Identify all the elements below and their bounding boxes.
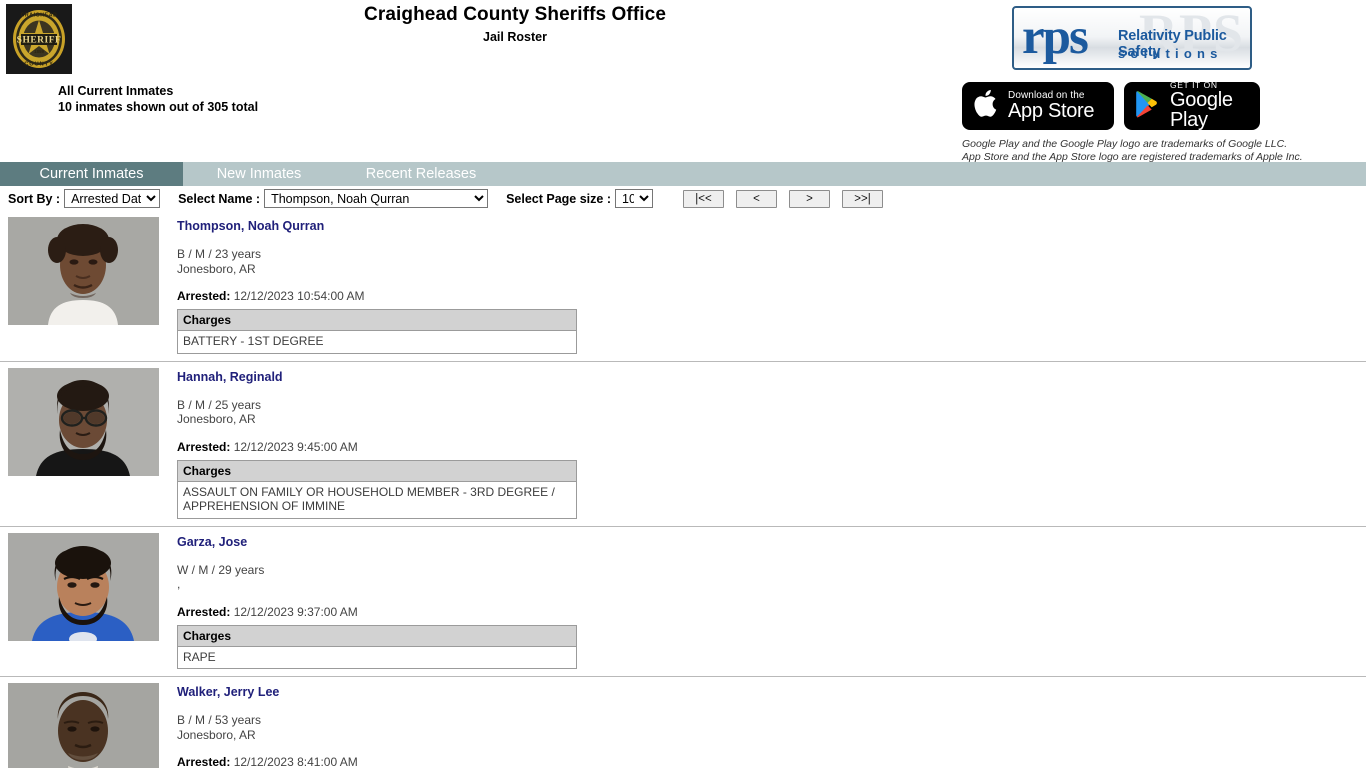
sort-by-label: Sort By :	[8, 191, 61, 206]
inmate-demographics-block: B / M / 25 years Jonesboro, AR	[177, 398, 577, 427]
charges-table: Charges RAPE	[177, 624, 577, 669]
charges-header-row: Charges	[177, 460, 577, 482]
roster-scope-label: All Current Inmates	[58, 84, 174, 98]
app-store-label: Download on the App Store	[1008, 90, 1095, 122]
arrested-label: Arrested:	[177, 289, 231, 303]
arrested-datetime: 12/12/2023 8:41:00 AM	[233, 755, 358, 768]
tab-recent-releases[interactable]: Recent Releases	[335, 162, 507, 186]
charges-data-row: ASSAULT ON FAMILY OR HOUSEHOLD MEMBER - …	[178, 481, 577, 518]
inmate-row: Walker, Jerry Lee B / M / 53 years Jones…	[0, 677, 1366, 768]
google-play-icon	[1134, 89, 1162, 124]
inmate-demographics: B / M / 23 years	[177, 247, 262, 261]
inmate-demographics: W / M / 29 years	[177, 562, 265, 577]
charges-header-row: Charges	[177, 625, 577, 647]
google-play-button[interactable]: GET IT ON Google Play	[1124, 82, 1260, 130]
inmate-details: Hannah, Reginald B / M / 25 years Jonesb…	[177, 368, 577, 519]
tab-current-inmates[interactable]: Current Inmates	[0, 162, 183, 186]
charges-header-row: Charges	[177, 309, 577, 331]
last-page-button[interactable]: >>|	[842, 189, 883, 208]
inmate-name-link[interactable]: Walker, Jerry Lee	[177, 685, 577, 699]
prev-page-button[interactable]: <	[736, 189, 777, 208]
inmate-demographics-block: B / M / 53 years Jonesboro, AR	[177, 713, 577, 742]
page-header: SHERIFF 1859 CRAIGHEAD COUNTY Craighead …	[0, 0, 1366, 163]
next-page-button[interactable]: >	[789, 189, 830, 208]
inmate-demographics-block: W / M / 29 years ,	[177, 563, 577, 592]
apple-icon	[974, 88, 1000, 124]
inmate-roster-list: Thompson, Noah Qurran B / M / 23 years J…	[0, 211, 1366, 768]
tab-bar: Current Inmates New Inmates Recent Relea…	[0, 162, 1366, 186]
select-name-label: Select Name :	[178, 191, 261, 206]
inmate-row: Thompson, Noah Qurran B / M / 23 years J…	[0, 211, 1366, 362]
inmate-city: Jonesboro, AR	[177, 261, 256, 276]
charges-column-header: Charges	[177, 625, 577, 647]
charge-value: BATTERY - 1ST DEGREE	[183, 334, 324, 348]
arrested-datetime: 12/12/2023 9:45:00 AM	[233, 439, 358, 454]
charges-column-header: Charges	[177, 309, 577, 331]
svg-text:COUNTY: COUNTY	[24, 62, 54, 68]
page-size-label: Select Page size :	[506, 191, 611, 206]
mugshot-photo[interactable]	[8, 367, 159, 476]
first-page-button[interactable]: |<<	[683, 189, 724, 208]
inmate-city: Jonesboro, AR	[177, 727, 256, 742]
inmate-details: Thompson, Noah Qurran B / M / 23 years J…	[177, 217, 577, 354]
pagination-controls: |<< < > >>|	[683, 189, 883, 208]
charges-table: Charges ASSAULT ON FAMILY OR HOUSEHOLD M…	[177, 459, 577, 519]
charge-value: RAPE	[183, 649, 216, 664]
tab-new-inmates[interactable]: New Inmates	[183, 162, 335, 186]
inmate-name-link[interactable]: Hannah, Reginald	[177, 370, 577, 384]
inmate-arrested-line: Arrested: 12/12/2023 9:45:00 AM	[177, 440, 577, 455]
page-size-select[interactable]: 10	[615, 189, 653, 208]
mugshot-photo[interactable]	[8, 217, 159, 325]
inmate-arrested-line: Arrested: 12/12/2023 8:41:00 AM	[177, 755, 577, 768]
rps-wordmark: rps	[1022, 9, 1089, 65]
select-name-dropdown[interactable]: Thompson, Noah Qurran	[264, 189, 489, 208]
app-store-button[interactable]: Download on the App Store	[962, 82, 1114, 130]
charges-column-header: Charges	[177, 460, 577, 482]
inmate-details: Walker, Jerry Lee B / M / 53 years Jones…	[177, 683, 577, 768]
inmate-details: Garza, Jose W / M / 29 years , Arrested:…	[177, 533, 577, 669]
arrested-datetime: 12/12/2023 10:54:00 AM	[233, 289, 365, 303]
rps-logo: RPS rps Relativity Public Safety solutio…	[1012, 6, 1252, 70]
arrested-label: Arrested:	[177, 604, 231, 619]
sort-by-select[interactable]: Arrested Date	[64, 189, 161, 208]
inmate-name-link[interactable]: Thompson, Noah Qurran	[177, 219, 577, 233]
mugshot-photo[interactable]	[8, 683, 159, 768]
inmate-row: Garza, Jose W / M / 29 years , Arrested:…	[0, 527, 1366, 677]
svg-text:1859: 1859	[34, 49, 45, 54]
charges-data-row: RAPE	[178, 646, 577, 669]
charges-data-row: BATTERY - 1ST DEGREE	[178, 331, 577, 354]
roster-count-label: 10 inmates shown out of 305 total	[58, 99, 259, 114]
inmate-name-link[interactable]: Garza, Jose	[177, 535, 577, 549]
inmate-demographics: B / M / 25 years	[177, 397, 262, 412]
trademark-notice: Google Play and the Google Play logo are…	[962, 138, 1303, 163]
inmate-arrested-line: Arrested: 12/12/2023 10:54:00 AM	[177, 289, 577, 304]
app-store-big-text: App Store	[1008, 99, 1095, 122]
inmate-demographics: B / M / 53 years	[177, 713, 262, 727]
inmate-city: ,	[177, 577, 181, 591]
arrested-label: Arrested:	[177, 755, 231, 768]
google-play-label: GET IT ON Google Play	[1170, 82, 1260, 130]
google-play-big-text: Google Play	[1170, 88, 1233, 130]
inmate-city: Jonesboro, AR	[177, 412, 256, 426]
charge-value: ASSAULT ON FAMILY OR HOUSEHOLD MEMBER - …	[183, 484, 555, 514]
rps-tagline-line2: solutions	[1118, 46, 1223, 61]
page-subtitle: Jail Roster	[483, 30, 547, 44]
controls-bar: Sort By : Arrested Date Select Name : Th…	[0, 186, 1366, 211]
inmate-row: Hannah, Reginald B / M / 25 years Jonesb…	[0, 362, 1366, 527]
arrested-label: Arrested:	[177, 439, 231, 454]
charges-table: Charges BATTERY - 1ST DEGREE	[177, 309, 577, 354]
title-block: Craighead County Sheriffs Office Jail Ro…	[0, 4, 1030, 46]
arrested-datetime: 12/12/2023 9:37:00 AM	[233, 604, 358, 619]
mugshot-photo[interactable]	[8, 532, 159, 641]
inmate-arrested-line: Arrested: 12/12/2023 9:37:00 AM	[177, 605, 577, 620]
inmate-demographics-block: B / M / 23 years Jonesboro, AR	[177, 247, 577, 276]
roster-summary: All Current Inmates 10 inmates shown out…	[58, 84, 258, 115]
page-title: Craighead County Sheriffs Office	[364, 4, 666, 25]
